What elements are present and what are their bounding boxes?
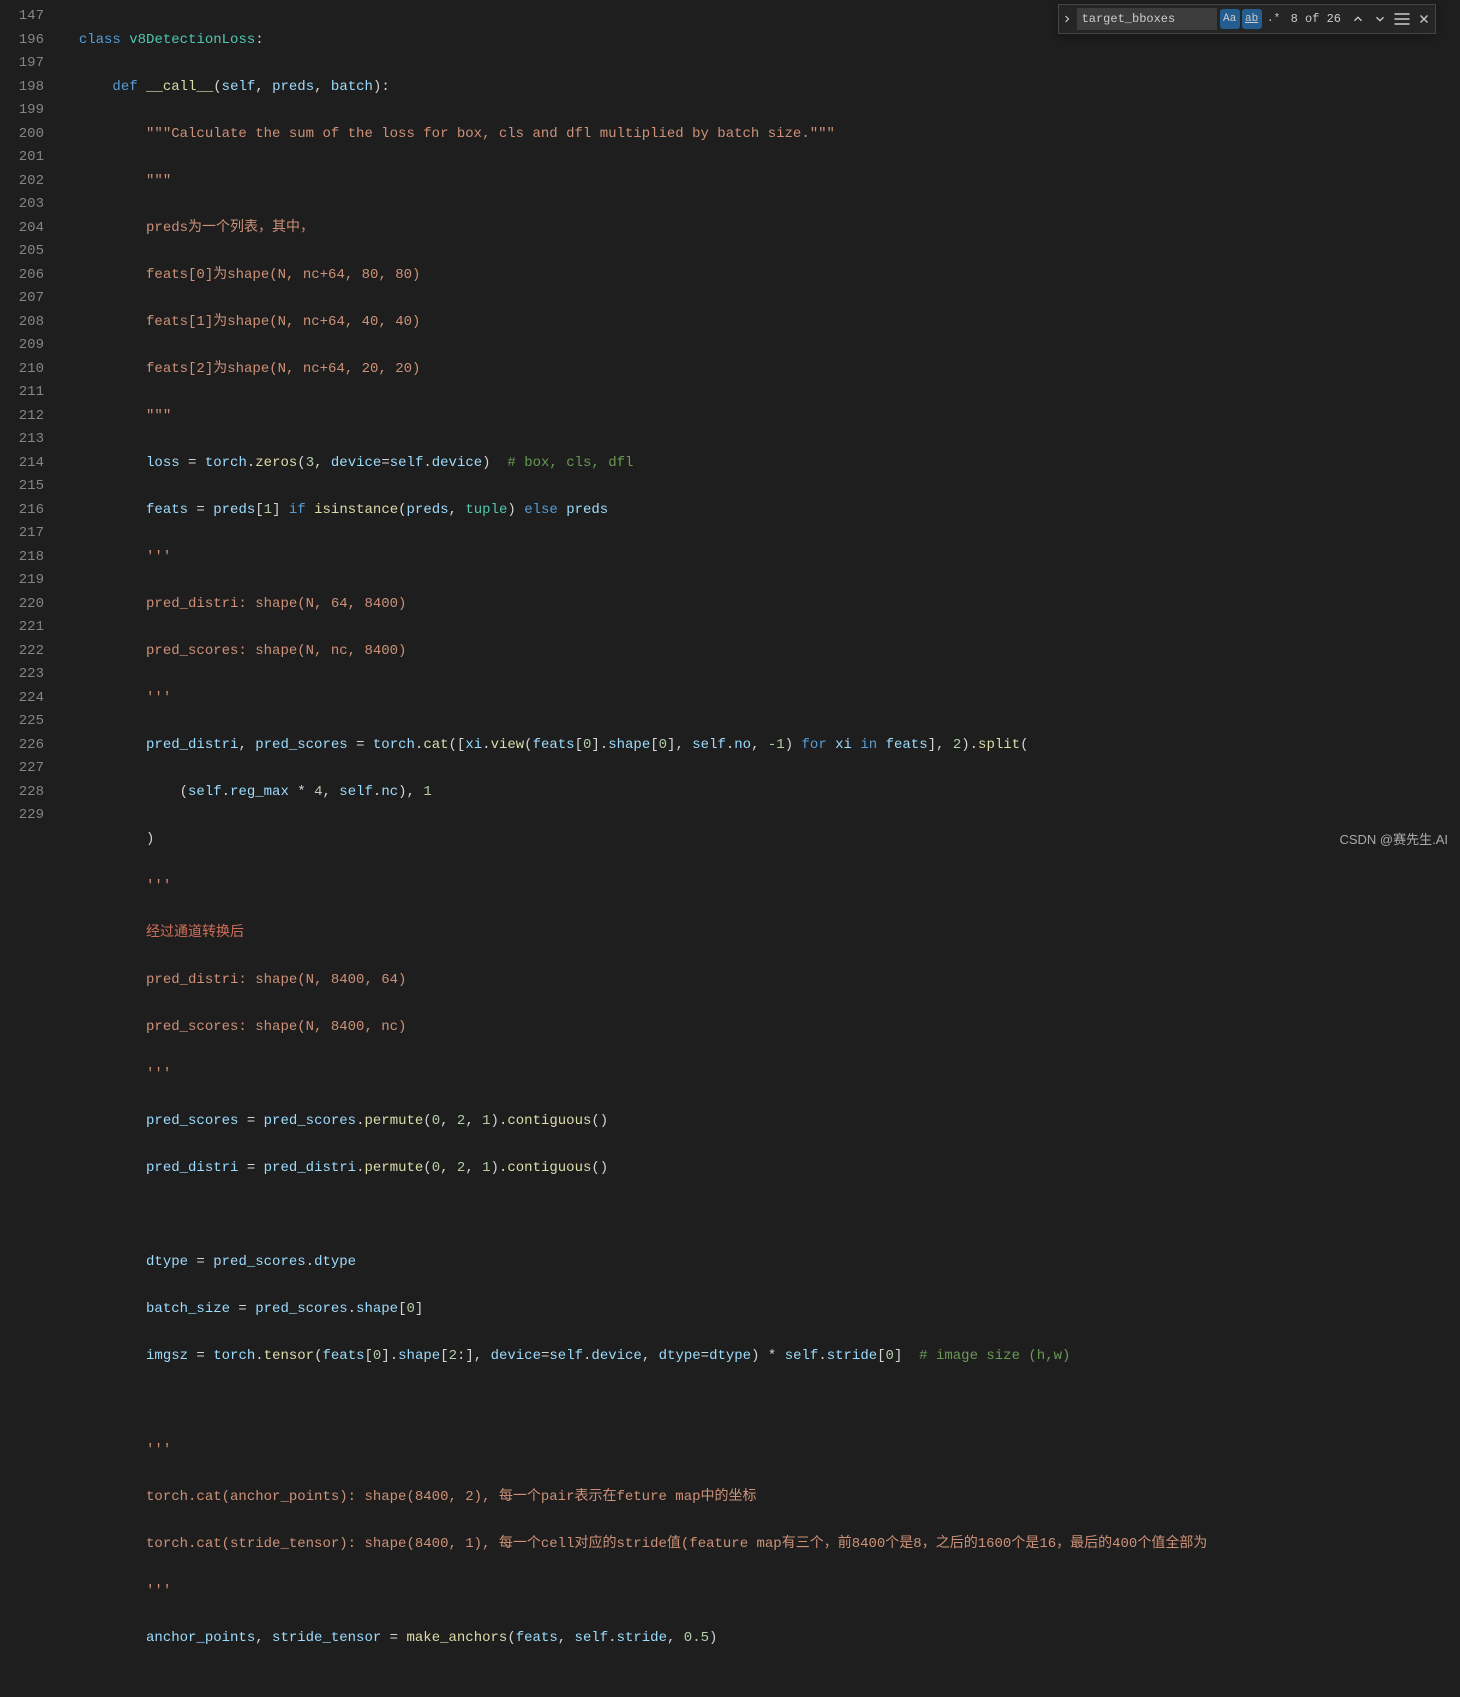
- line-number[interactable]: 226: [0, 734, 44, 758]
- code-line[interactable]: pred_distri: shape(N, 64, 8400): [62, 593, 1460, 617]
- line-number[interactable]: 197: [0, 52, 44, 76]
- code-line[interactable]: pred_distri: shape(N, 8400, 64): [62, 969, 1460, 993]
- code-line[interactable]: loss = torch.zeros(3, device=self.device…: [62, 452, 1460, 476]
- code-line[interactable]: """: [62, 170, 1460, 194]
- code-line[interactable]: preds为一个列表，其中，: [62, 217, 1460, 241]
- line-number[interactable]: 216: [0, 499, 44, 523]
- search-result-count: 8 of 26: [1291, 12, 1341, 26]
- previous-match-button[interactable]: [1348, 9, 1368, 29]
- line-number[interactable]: 211: [0, 381, 44, 405]
- line-number[interactable]: 214: [0, 452, 44, 476]
- code-line[interactable]: batch_size = pred_scores.shape[0]: [62, 1298, 1460, 1322]
- code-line[interactable]: ''': [62, 1580, 1460, 1604]
- match-case-button[interactable]: Aa: [1220, 9, 1240, 29]
- code-line[interactable]: 经过通道转换后: [62, 922, 1460, 946]
- line-number[interactable]: 227: [0, 757, 44, 781]
- code-area[interactable]: class v8DetectionLoss: def __call__(self…: [62, 0, 1460, 858]
- line-number[interactable]: 213: [0, 428, 44, 452]
- code-line[interactable]: torch.cat(stride_tensor): shape(8400, 1)…: [62, 1533, 1460, 1557]
- match-whole-word-button[interactable]: ab: [1242, 9, 1262, 29]
- code-line[interactable]: feats[1]为shape(N, nc+64, 40, 40): [62, 311, 1460, 335]
- code-line[interactable]: (self.reg_max * 4, self.nc), 1: [62, 781, 1460, 805]
- line-number[interactable]: 200: [0, 123, 44, 147]
- code-line[interactable]: ''': [62, 546, 1460, 570]
- watermark-text: CSDN @赛先生.AI: [1339, 829, 1448, 848]
- code-line[interactable]: """: [62, 405, 1460, 429]
- line-number[interactable]: 209: [0, 334, 44, 358]
- line-number-gutter: 147 196 197 198 199 200 201 202 203 204 …: [0, 0, 62, 858]
- code-line[interactable]: feats[0]为shape(N, nc+64, 80, 80): [62, 264, 1460, 288]
- find-widget: Aa ab .* 8 of 26: [1058, 4, 1436, 34]
- code-line[interactable]: torch.cat(anchor_points): shape(8400, 2)…: [62, 1486, 1460, 1510]
- line-number[interactable]: 217: [0, 522, 44, 546]
- code-line[interactable]: feats[2]为shape(N, nc+64, 20, 20): [62, 358, 1460, 382]
- next-match-button[interactable]: [1370, 9, 1390, 29]
- code-editor: 147 196 197 198 199 200 201 202 203 204 …: [0, 0, 1460, 858]
- line-number[interactable]: 220: [0, 593, 44, 617]
- code-line[interactable]: ''': [62, 875, 1460, 899]
- line-number[interactable]: 219: [0, 569, 44, 593]
- find-in-selection-button[interactable]: [1392, 9, 1412, 29]
- line-number[interactable]: 207: [0, 287, 44, 311]
- search-input[interactable]: [1077, 8, 1217, 30]
- code-line[interactable]: [62, 1392, 1460, 1416]
- code-line[interactable]: pred_distri, pred_scores = torch.cat([xi…: [62, 734, 1460, 758]
- code-line[interactable]: """Calculate the sum of the loss for box…: [62, 123, 1460, 147]
- code-line[interactable]: ): [62, 828, 1460, 852]
- line-number[interactable]: 147: [0, 5, 44, 29]
- line-number[interactable]: 223: [0, 663, 44, 687]
- code-line[interactable]: ''': [62, 1063, 1460, 1087]
- line-number[interactable]: 215: [0, 475, 44, 499]
- code-line[interactable]: imgsz = torch.tensor(feats[0].shape[2:],…: [62, 1345, 1460, 1369]
- line-number[interactable]: 212: [0, 405, 44, 429]
- line-number[interactable]: 224: [0, 687, 44, 711]
- line-number[interactable]: [0, 828, 44, 852]
- code-line[interactable]: def __call__(self, preds, batch):: [62, 76, 1460, 100]
- line-number[interactable]: 205: [0, 240, 44, 264]
- line-number[interactable]: 206: [0, 264, 44, 288]
- line-number[interactable]: 204: [0, 217, 44, 241]
- line-number[interactable]: 199: [0, 99, 44, 123]
- line-number[interactable]: 201: [0, 146, 44, 170]
- toggle-replace-button[interactable]: [1059, 5, 1075, 33]
- line-number[interactable]: 208: [0, 311, 44, 335]
- code-line[interactable]: feats = preds[1] if isinstance(preds, tu…: [62, 499, 1460, 523]
- line-number[interactable]: 222: [0, 640, 44, 664]
- line-number[interactable]: 218: [0, 546, 44, 570]
- code-line[interactable]: anchor_points, stride_tensor = make_anch…: [62, 1627, 1460, 1651]
- line-number[interactable]: 225: [0, 710, 44, 734]
- line-number[interactable]: 229: [0, 804, 44, 828]
- code-line[interactable]: dtype = pred_scores.dtype: [62, 1251, 1460, 1275]
- code-line[interactable]: pred_scores: shape(N, nc, 8400): [62, 640, 1460, 664]
- line-number[interactable]: 203: [0, 193, 44, 217]
- code-line[interactable]: pred_distri = pred_distri.permute(0, 2, …: [62, 1157, 1460, 1181]
- close-search-button[interactable]: [1414, 9, 1434, 29]
- line-number[interactable]: 198: [0, 76, 44, 100]
- use-regex-button[interactable]: .*: [1264, 9, 1284, 29]
- line-number[interactable]: 202: [0, 170, 44, 194]
- code-line[interactable]: ''': [62, 687, 1460, 711]
- line-number[interactable]: 210: [0, 358, 44, 382]
- code-line[interactable]: pred_scores: shape(N, 8400, nc): [62, 1016, 1460, 1040]
- line-number[interactable]: 228: [0, 781, 44, 805]
- line-number[interactable]: 196: [0, 29, 44, 53]
- code-line[interactable]: ''': [62, 1439, 1460, 1463]
- code-line[interactable]: pred_scores = pred_scores.permute(0, 2, …: [62, 1110, 1460, 1134]
- line-number[interactable]: 221: [0, 616, 44, 640]
- code-line[interactable]: [62, 1204, 1460, 1228]
